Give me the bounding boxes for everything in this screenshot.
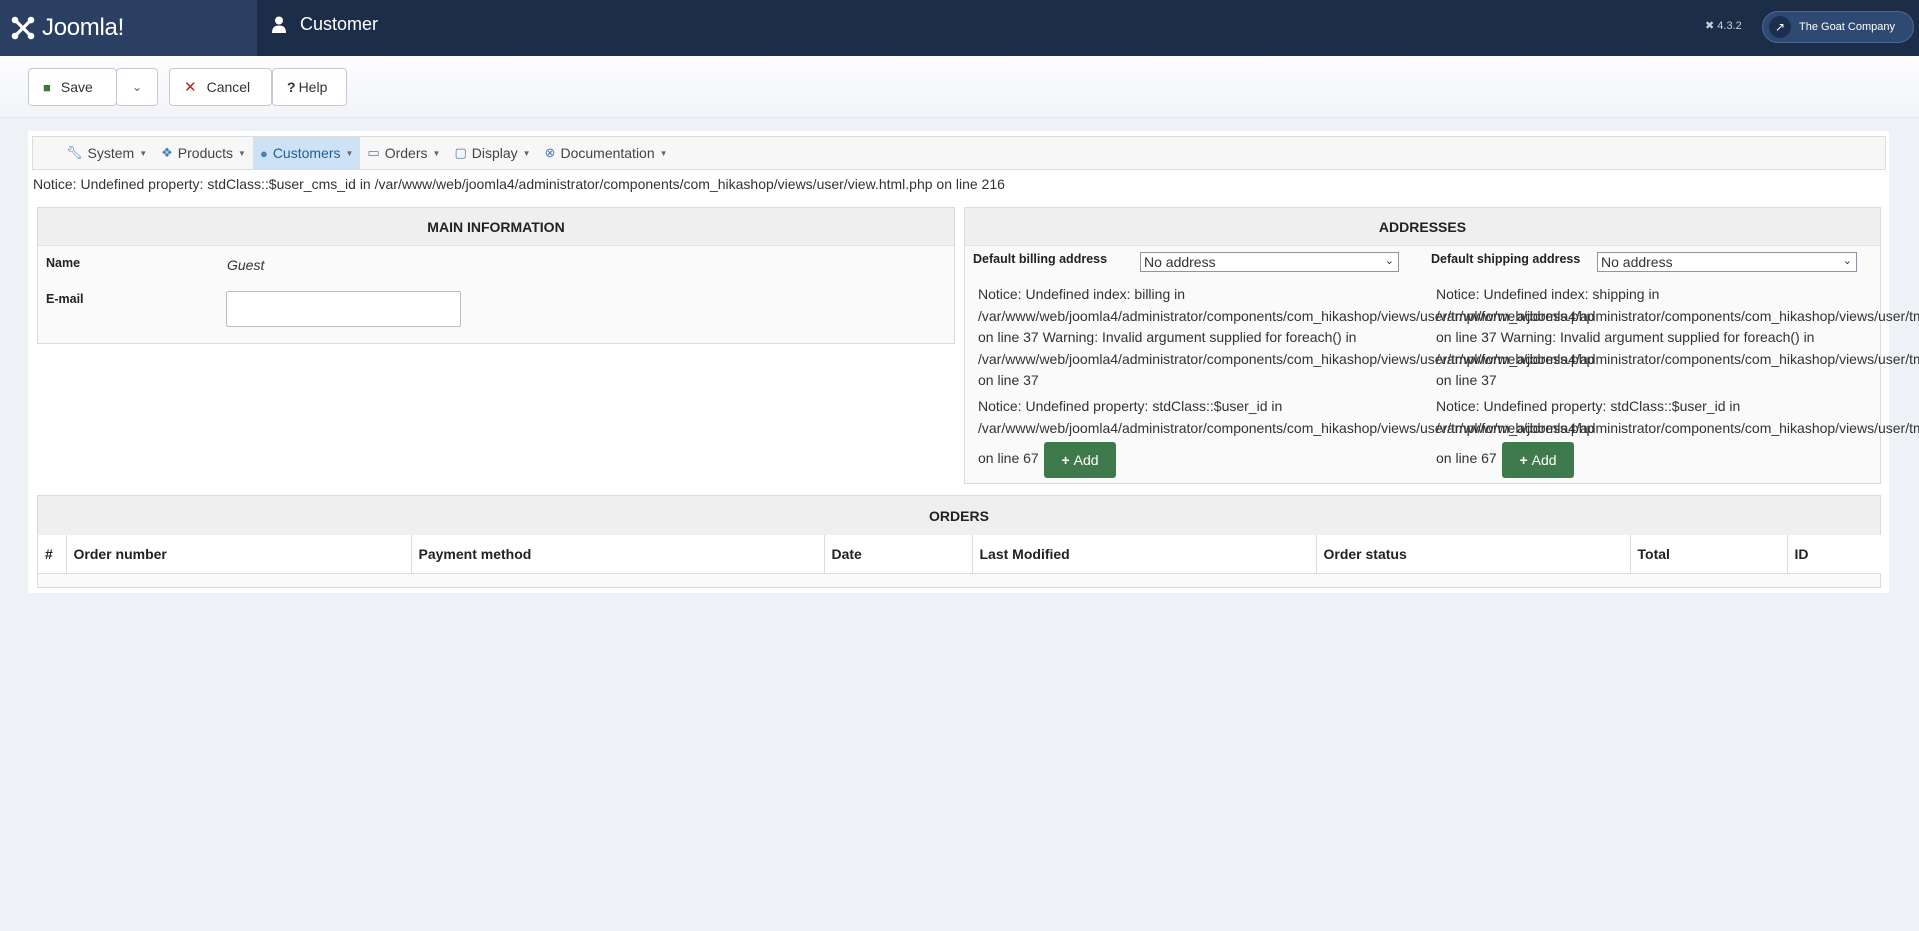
- caret-down-icon: ▼: [139, 148, 148, 158]
- email-label: E-mail: [46, 292, 84, 306]
- main-information-panel: MAIN INFORMATION: [37, 207, 955, 344]
- caret-down-icon: ▼: [522, 148, 531, 158]
- chevron-down-icon: ⌄: [1384, 255, 1394, 267]
- shipping-notice-block: Notice: Undefined index: shipping in /va…: [1436, 284, 1919, 392]
- menu-documentation[interactable]: ⊗ Documentation ▼: [538, 137, 675, 169]
- wrench-icon: 🔧︎: [66, 145, 83, 160]
- name-label: Name: [46, 256, 81, 270]
- top-header: Joomla! Customer ✖ 4.3.2 ↗ The Goat Comp…: [0, 0, 1919, 56]
- joomla-small-icon: ✖: [1705, 20, 1715, 32]
- notice-line: Notice: Undefined index: shipping in: [1436, 286, 1660, 302]
- save-dropdown-toggle[interactable]: ⌄: [116, 68, 158, 106]
- menu-customers-label: Customers: [272, 145, 341, 161]
- caret-down-icon: ▼: [432, 148, 441, 158]
- action-toolbar: ■ Save ⌄ ✕ Cancel ? Help: [0, 56, 1919, 118]
- notice-line: Notice: Undefined property: stdClass::$u…: [1436, 398, 1741, 414]
- notice-line: /var/www/web/joomla4/administrator/compo…: [1436, 307, 1919, 324]
- help-button[interactable]: ? Help: [272, 68, 347, 106]
- close-icon: ✕: [184, 79, 197, 96]
- site-link-button[interactable]: ↗ The Goat Company: [1762, 11, 1914, 43]
- orders-table: # Order number Payment method Date Last …: [38, 535, 1881, 574]
- menu-products-label: Products: [177, 145, 234, 161]
- menu-display-label: Display: [471, 145, 518, 161]
- php-notice: Notice: Undefined property: stdClass::$u…: [33, 176, 1005, 192]
- joomla-logo-icon: [11, 16, 35, 40]
- cancel-button[interactable]: ✕ Cancel: [169, 68, 272, 106]
- cubes-icon: ❖: [161, 145, 173, 160]
- add-label: Add: [1531, 452, 1557, 468]
- col-number[interactable]: #: [38, 535, 67, 574]
- shipping-address-label: Default shipping address: [1431, 252, 1581, 266]
- addresses-title: ADDRESSES: [965, 208, 1880, 246]
- col-order-status[interactable]: Order status: [1316, 535, 1631, 574]
- caret-down-icon: ▼: [238, 148, 246, 158]
- save-icon: ■: [43, 79, 51, 95]
- user-icon: [272, 16, 286, 33]
- shipping-notice-tail: on line 67: [1436, 450, 1497, 466]
- joomla-logo[interactable]: Joomla!: [0, 0, 257, 56]
- page-title: Customer: [272, 14, 378, 35]
- col-order-number[interactable]: Order number: [66, 535, 412, 574]
- cancel-label: Cancel: [206, 79, 251, 95]
- monitor-icon: ▢: [454, 145, 467, 160]
- save-label: Save: [60, 79, 93, 95]
- billing-address-select[interactable]: No address ⌄: [1140, 252, 1399, 272]
- menu-customers[interactable]: ● Customers ▼: [252, 137, 361, 169]
- col-payment-method[interactable]: Payment method: [411, 535, 825, 574]
- notice-line: on line 37 Warning: Invalid argument sup…: [1436, 329, 1815, 345]
- page-title-text: Customer: [300, 14, 379, 34]
- orders-header-row: # Order number Payment method Date Last …: [38, 535, 1881, 574]
- chevron-down-icon: ⌄: [131, 80, 143, 94]
- version-text: 4.3.2: [1717, 20, 1742, 32]
- notice-line: /var/www/web/joomla4/administrator/compo…: [1436, 419, 1919, 436]
- shipping-address-select[interactable]: No address ⌄: [1597, 252, 1857, 272]
- name-value: Guest: [227, 257, 265, 273]
- billing-address-label: Default billing address: [973, 252, 1108, 266]
- chevron-down-icon: ⌄: [1842, 255, 1852, 267]
- help-label: Help: [298, 79, 328, 95]
- menu-system[interactable]: 🔧︎ System ▼: [59, 137, 154, 169]
- caret-down-icon: ▼: [345, 148, 354, 158]
- billing-notice-tail: on line 67: [978, 450, 1039, 466]
- menu-orders-label: Orders: [384, 145, 428, 161]
- menu-display[interactable]: ▢ Display ▼: [447, 137, 537, 169]
- external-link-icon: ↗: [1769, 16, 1791, 38]
- col-id[interactable]: ID: [1787, 535, 1881, 574]
- menu-system-label: System: [87, 145, 135, 161]
- add-shipping-address-button[interactable]: + Add: [1502, 442, 1574, 478]
- add-label: Add: [1073, 452, 1099, 468]
- version-badge: ✖ 4.3.2: [1705, 19, 1742, 32]
- email-field[interactable]: [226, 291, 461, 327]
- site-name: The Goat Company: [1799, 21, 1895, 33]
- hikashop-menu: 🔧︎ System ▼ ❖ Products ▼ ● Customers ▼ ▭…: [32, 136, 1886, 170]
- billing-address-value: No address: [1144, 254, 1216, 270]
- col-total[interactable]: Total: [1630, 535, 1788, 574]
- question-icon: ?: [287, 79, 296, 95]
- plus-icon: +: [1519, 452, 1528, 468]
- col-date[interactable]: Date: [824, 535, 973, 574]
- brand-name: Joomla!: [42, 14, 124, 41]
- col-last-modified[interactable]: Last Modified: [972, 535, 1317, 574]
- orders-title: ORDERS: [38, 496, 1880, 536]
- add-billing-address-button[interactable]: + Add: [1044, 442, 1116, 478]
- life-ring-icon: ⊗: [544, 145, 556, 160]
- menu-documentation-label: Documentation: [560, 145, 655, 161]
- notice-line: on line 37: [1436, 372, 1497, 388]
- credit-card-icon: ▭: [367, 145, 380, 160]
- user-icon: ●: [259, 145, 268, 161]
- main-information-title: MAIN INFORMATION: [38, 208, 954, 246]
- plus-icon: +: [1061, 452, 1070, 468]
- menu-orders[interactable]: ▭ Orders ▼: [360, 137, 447, 169]
- shipping-notice-block-2: Notice: Undefined property: stdClass::$u…: [1436, 396, 1919, 439]
- notice-line: /var/www/web/joomla4/administrator/compo…: [1436, 350, 1919, 367]
- menu-products[interactable]: ❖ Products ▼: [154, 137, 253, 169]
- caret-down-icon: ▼: [659, 148, 668, 158]
- save-button[interactable]: ■ Save: [28, 68, 117, 106]
- shipping-address-value: No address: [1601, 254, 1673, 270]
